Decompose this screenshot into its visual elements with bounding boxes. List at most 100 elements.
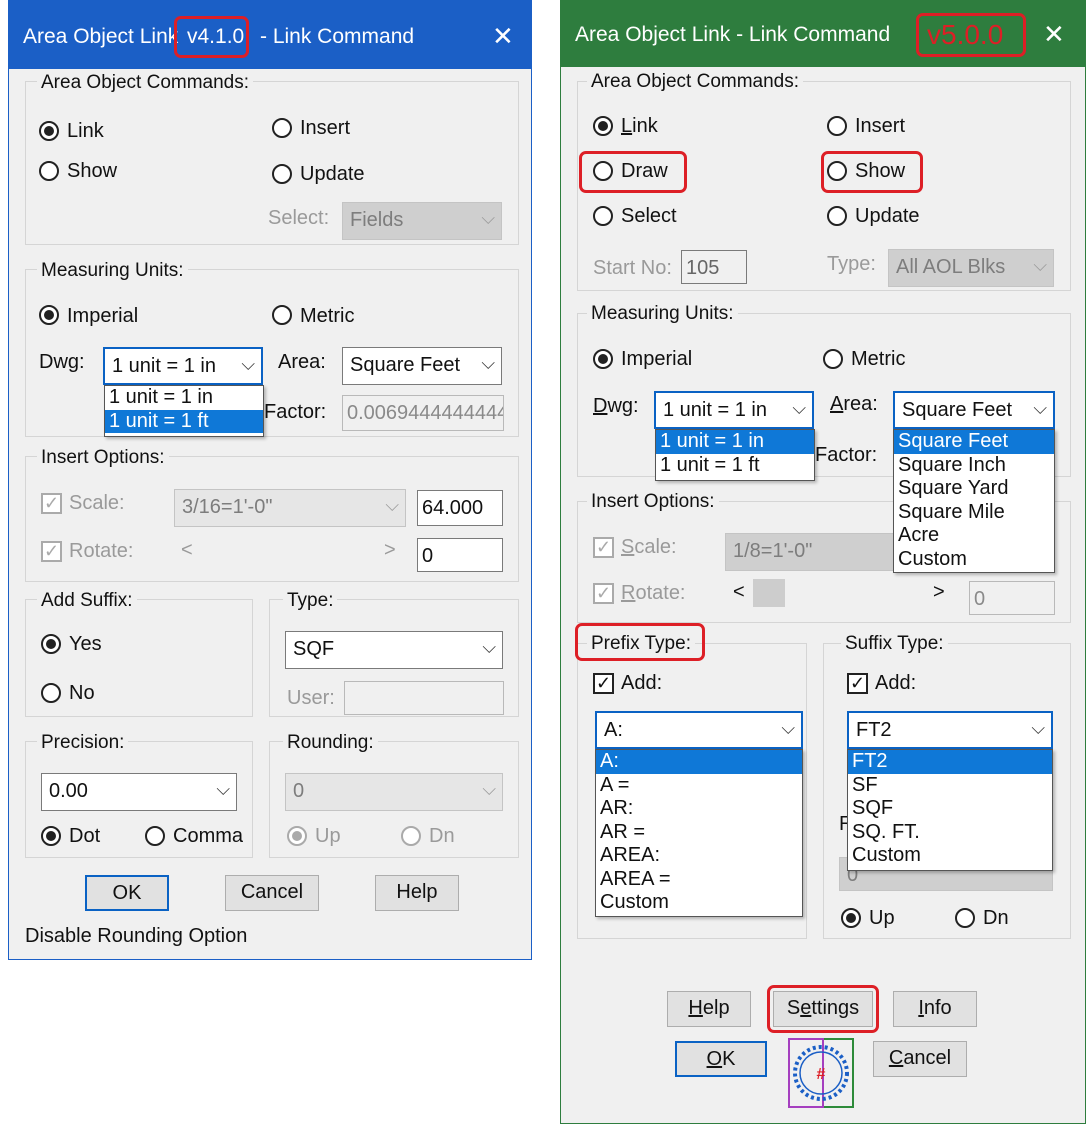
select-label: Select: bbox=[268, 207, 330, 229]
precision-combo[interactable]: 0.00 ⌵ bbox=[41, 773, 237, 811]
insert-radio[interactable] bbox=[827, 116, 847, 136]
dwg-option[interactable]: 1 unit = 1 ft bbox=[656, 454, 814, 478]
rotate-slider-thumb[interactable] bbox=[753, 579, 785, 607]
select-combo[interactable]: Fields ⌵ bbox=[342, 202, 502, 240]
select-radio[interactable] bbox=[593, 206, 613, 226]
prefix-option[interactable]: Custom bbox=[596, 891, 802, 915]
dwg-option[interactable]: 1 unit = 1 in bbox=[656, 430, 814, 454]
link-label: Link bbox=[67, 120, 104, 142]
link-radio[interactable] bbox=[593, 116, 613, 136]
suffix-no-label: No bbox=[69, 682, 95, 704]
area-option[interactable]: Square Yard bbox=[894, 477, 1054, 501]
chevron-down-icon: ⌵ bbox=[1033, 255, 1047, 275]
prefix-add-checkbox[interactable]: ✓ bbox=[593, 673, 614, 694]
scale-checkbox[interactable]: ✓ bbox=[41, 493, 62, 514]
metric-radio[interactable] bbox=[823, 349, 843, 369]
factor-label: Factor: bbox=[815, 444, 878, 466]
scale-number-field[interactable]: 64.000 bbox=[417, 490, 503, 526]
prefix-option[interactable]: AR: bbox=[596, 797, 802, 821]
rotate-right-arrow[interactable]: > bbox=[933, 581, 945, 603]
info-button[interactable]: Info bbox=[893, 991, 977, 1027]
rotate-label: Rotate: bbox=[69, 540, 134, 562]
type-filter-combo[interactable]: All AOL Blks ⌵ bbox=[888, 249, 1054, 287]
type-combo[interactable]: SQF ⌵ bbox=[285, 631, 503, 669]
area-option[interactable]: Square Feet bbox=[894, 430, 1054, 454]
scale-combo[interactable]: 1/8=1'-0" bbox=[725, 533, 897, 571]
dwg-option[interactable]: 1 unit = 1 in bbox=[105, 386, 263, 410]
suffix-no-radio[interactable] bbox=[41, 683, 61, 703]
suffix-option[interactable]: SQF bbox=[848, 797, 1052, 821]
up-radio[interactable] bbox=[841, 908, 861, 928]
area-option[interactable]: Square Mile bbox=[894, 501, 1054, 525]
rounding-combo[interactable]: 0 ⌵ bbox=[285, 773, 503, 811]
cancel-button[interactable]: Cancel bbox=[225, 875, 319, 911]
rotate-left-arrow[interactable]: < bbox=[733, 581, 745, 603]
ok-button[interactable]: OK bbox=[675, 1041, 767, 1077]
close-icon[interactable]: ✕ bbox=[492, 23, 514, 49]
prefix-highlight bbox=[575, 623, 705, 661]
prefix-option[interactable]: AREA: bbox=[596, 844, 802, 868]
dn-radio[interactable] bbox=[955, 908, 975, 928]
prefix-option[interactable]: A = bbox=[596, 774, 802, 798]
comma-radio[interactable] bbox=[145, 826, 165, 846]
user-field[interactable] bbox=[344, 681, 504, 715]
dn-radio[interactable] bbox=[401, 826, 421, 846]
area-label: Area: bbox=[278, 351, 326, 373]
select-label: Select bbox=[621, 205, 677, 227]
rotate-field[interactable]: 0 bbox=[417, 538, 503, 572]
suffix-yes-radio[interactable] bbox=[41, 634, 61, 654]
insert-options-label: Insert Options: bbox=[587, 491, 719, 513]
ok-button[interactable]: OK bbox=[85, 875, 169, 911]
prefix-option[interactable]: A: bbox=[596, 750, 802, 774]
chevron-down-icon: ⌵ bbox=[481, 208, 495, 228]
suffix-add-checkbox[interactable]: ✓ bbox=[847, 673, 868, 694]
update-radio[interactable] bbox=[827, 206, 847, 226]
prefix-option[interactable]: AR = bbox=[596, 821, 802, 845]
prefix-option[interactable]: AREA = bbox=[596, 868, 802, 892]
help-button[interactable]: Help bbox=[667, 991, 751, 1027]
area-combo[interactable]: Square Feet ⌵ bbox=[342, 347, 502, 385]
update-radio[interactable] bbox=[272, 164, 292, 184]
area-option[interactable]: Acre bbox=[894, 524, 1054, 548]
suffix-option[interactable]: Custom bbox=[848, 844, 1052, 868]
close-icon[interactable]: ✕ bbox=[1043, 21, 1065, 47]
chevron-down-icon: ⌵ bbox=[241, 354, 255, 374]
insert-options-label: Insert Options: bbox=[37, 447, 169, 469]
prefix-value: A: bbox=[604, 719, 623, 741]
area-option[interactable]: Square Inch bbox=[894, 454, 1054, 478]
suffix-option[interactable]: SQ. FT. bbox=[848, 821, 1052, 845]
help-button[interactable]: Help bbox=[375, 875, 459, 911]
dwg-combo[interactable]: 1 unit = 1 in ⌵ bbox=[103, 347, 263, 385]
prefix-combo[interactable]: A: ⌵ bbox=[595, 711, 803, 749]
suffix-combo[interactable]: FT2 ⌵ bbox=[847, 711, 1053, 749]
chevron-down-icon: ⌵ bbox=[216, 779, 230, 799]
imperial-radio[interactable] bbox=[593, 349, 613, 369]
metric-radio[interactable] bbox=[272, 305, 292, 325]
scale-checkbox[interactable]: ✓ bbox=[593, 537, 614, 558]
up-radio[interactable] bbox=[287, 826, 307, 846]
area-option[interactable]: Custom bbox=[894, 548, 1054, 572]
scale-combo[interactable]: 3/16=1'-0" ⌵ bbox=[174, 489, 406, 527]
insert-radio[interactable] bbox=[272, 118, 292, 138]
link-label: Link bbox=[621, 115, 658, 137]
settings-highlight bbox=[767, 985, 879, 1033]
rotate-checkbox[interactable]: ✓ bbox=[41, 541, 62, 562]
title-text: Area Object Link - Link Command bbox=[575, 23, 891, 46]
rotate-field[interactable]: 0 bbox=[969, 581, 1055, 615]
rotate-left-arrow[interactable]: < bbox=[181, 539, 193, 561]
show-radio[interactable] bbox=[39, 161, 59, 181]
start-no-field[interactable]: 105 bbox=[681, 250, 747, 284]
dot-radio[interactable] bbox=[41, 826, 61, 846]
start-no-label: Start No: bbox=[593, 257, 672, 279]
dwg-combo[interactable]: 1 unit = 1 in ⌵ bbox=[654, 391, 814, 429]
suffix-option[interactable]: FT2 bbox=[848, 750, 1052, 774]
imperial-radio[interactable] bbox=[39, 305, 59, 325]
rotate-right-arrow[interactable]: > bbox=[384, 539, 396, 561]
cancel-button[interactable]: Cancel bbox=[873, 1041, 967, 1077]
area-combo[interactable]: Square Feet ⌵ bbox=[893, 391, 1055, 429]
suffix-option[interactable]: SF bbox=[848, 774, 1052, 798]
link-radio[interactable] bbox=[39, 121, 59, 141]
dwg-option[interactable]: 1 unit = 1 ft bbox=[105, 409, 263, 433]
rotate-checkbox[interactable]: ✓ bbox=[593, 583, 614, 604]
type-filter-value: All AOL Blks bbox=[896, 256, 1006, 278]
